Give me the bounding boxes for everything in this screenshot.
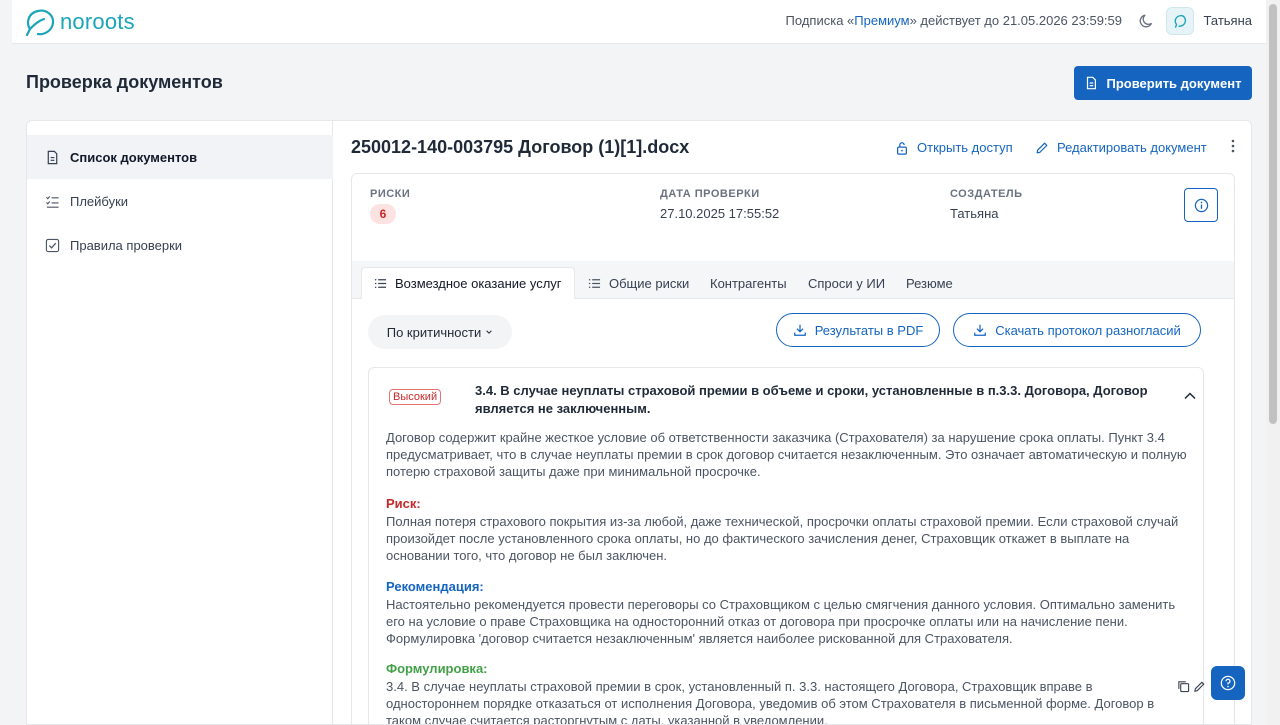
checklist-icon bbox=[46, 195, 59, 208]
copy-icon[interactable] bbox=[1177, 680, 1190, 693]
check-date-value: 27.10.2025 17:55:52 bbox=[660, 206, 780, 221]
sidebar: Список документов Плейбуки Правила прове… bbox=[27, 121, 333, 724]
sidebar-item-playbooks[interactable]: Плейбуки bbox=[27, 179, 333, 223]
open-access-button[interactable]: Открыть доступ bbox=[895, 140, 1013, 155]
creator: СОЗДАТЕЛЬ Татьяна bbox=[950, 188, 1023, 221]
tab-label: Спроси у ИИ bbox=[808, 275, 886, 291]
tab-content: По критичности Результаты в PDF Скачать … bbox=[351, 299, 1235, 725]
edit-document-button[interactable]: Редактировать документ bbox=[1035, 140, 1207, 155]
recommendation-text: Настоятельно рекомендуется провести пере… bbox=[386, 597, 1176, 646]
info-button[interactable] bbox=[1184, 188, 1218, 222]
download-icon bbox=[974, 324, 987, 336]
subscription-prefix: Подписка « bbox=[785, 13, 855, 28]
subscription-plan-link[interactable]: Премиум bbox=[854, 13, 909, 28]
document-icon bbox=[1087, 76, 1097, 90]
download-protocol-label: Скачать протокол разногласий bbox=[995, 322, 1181, 338]
tab-label: Резюме bbox=[906, 275, 953, 291]
severity-badge: Высокий bbox=[389, 389, 442, 405]
tab-ask-ai[interactable]: Спроси у ИИ bbox=[796, 267, 897, 299]
chevron-up-icon[interactable] bbox=[1183, 391, 1197, 401]
top-bar: noroots Подписка «Премиум» действует до … bbox=[12, 0, 1266, 44]
avatar[interactable] bbox=[1166, 7, 1194, 35]
tab-summary[interactable]: Резюме bbox=[894, 267, 965, 299]
wording-heading: Формулировка: bbox=[386, 661, 488, 676]
page-title: Проверка документов bbox=[26, 72, 223, 92]
risks-label: РИСКИ bbox=[370, 188, 411, 200]
sidebar-item-check-rules[interactable]: Правила проверки bbox=[27, 223, 333, 267]
logo-text: noroots bbox=[60, 8, 135, 34]
username[interactable]: Татьяна bbox=[1204, 13, 1252, 28]
scrollbar-thumb[interactable] bbox=[1269, 4, 1277, 424]
tabs-bar: Возмездное оказание услуг Общие риски Ко… bbox=[351, 261, 1235, 299]
logo-icon bbox=[25, 9, 55, 36]
pdf-results-button[interactable]: Результаты в PDF bbox=[776, 313, 940, 347]
wording-text: 3.4. В случае неуплаты страховой премии … bbox=[386, 679, 1155, 725]
pencil-icon bbox=[1036, 142, 1048, 153]
download-icon bbox=[793, 324, 806, 336]
avatar-logo-icon bbox=[1174, 14, 1187, 28]
tab-label: Общие риски bbox=[609, 275, 690, 291]
document-info-card: РИСКИ 6 ДАТА ПРОВЕРКИ 27.10.2025 17:55:5… bbox=[351, 173, 1235, 263]
risk-text: Полная потеря страхового покрытия из-за … bbox=[386, 514, 1179, 563]
risk-description: Договор содержит крайне жесткое условие … bbox=[386, 430, 1187, 479]
help-button[interactable] bbox=[1211, 666, 1245, 700]
list-icon bbox=[374, 278, 387, 288]
logo[interactable]: noroots bbox=[24, 7, 135, 37]
download-protocol-button[interactable]: Скачать протокол разногласий bbox=[953, 313, 1201, 347]
creator-label: СОЗДАТЕЛЬ bbox=[950, 188, 1023, 200]
document-title: 250012-140-003795 Договор (1)[1].docx bbox=[351, 137, 690, 157]
edit-document-label: Редактировать документ bbox=[1057, 140, 1207, 155]
checkbox-icon bbox=[45, 238, 60, 252]
risks-count-badge: 6 bbox=[370, 204, 396, 224]
subscription-status: Подписка «Премиум» действует до 21.05.20… bbox=[786, 13, 1122, 28]
main-panel: Список документов Плейбуки Правила прове… bbox=[26, 120, 1252, 725]
check-date-label: ДАТА ПРОВЕРКИ bbox=[660, 188, 760, 200]
check-date: ДАТА ПРОВЕРКИ 27.10.2025 17:55:52 bbox=[660, 188, 779, 221]
risk-heading: Риск: bbox=[386, 496, 421, 511]
sort-label: По критичности bbox=[386, 324, 482, 340]
check-document-button[interactable]: Проверить документ bbox=[1074, 66, 1252, 100]
sort-by-criticality-dropdown[interactable]: По критичности bbox=[368, 315, 512, 349]
question-icon bbox=[1220, 675, 1236, 691]
creator-value: Татьяна bbox=[950, 206, 999, 221]
pencil-icon[interactable] bbox=[1193, 680, 1206, 693]
document-content: 250012-140-003795 Договор (1)[1].docx От… bbox=[333, 121, 1251, 725]
subscription-suffix: » действует до 21.05.2026 23:59:59 bbox=[909, 13, 1122, 28]
tab-counterparties[interactable]: Контрагенты bbox=[698, 267, 799, 299]
info-icon bbox=[1194, 198, 1208, 212]
lock-icon bbox=[897, 141, 907, 155]
risk-card: Высокий 3.4. В случае неуплаты страховой… bbox=[368, 367, 1206, 725]
recommendation-heading: Рекомендация: bbox=[386, 579, 484, 594]
page-scrollbar[interactable] bbox=[1266, 0, 1280, 725]
document-icon bbox=[47, 150, 58, 164]
dark-mode-moon-icon[interactable] bbox=[1138, 12, 1156, 30]
sidebar-item-label: Список документов bbox=[70, 149, 198, 165]
sidebar-item-label: Плейбуки bbox=[70, 193, 129, 209]
pdf-results-label: Результаты в PDF bbox=[814, 322, 924, 338]
list-icon bbox=[588, 278, 601, 288]
tab-paid-services[interactable]: Возмездное оказание услуг bbox=[361, 267, 575, 299]
more-options-icon[interactable] bbox=[1229, 138, 1237, 154]
check-document-label: Проверить документ bbox=[1106, 75, 1242, 91]
sidebar-item-documents[interactable]: Список документов bbox=[27, 135, 333, 179]
risks-summary: РИСКИ 6 bbox=[370, 188, 410, 224]
risk-title[interactable]: 3.4. В случае неуплаты страховой премии … bbox=[475, 382, 1165, 418]
chevron-down-icon bbox=[486, 330, 493, 334]
tab-label: Контрагенты bbox=[710, 275, 787, 291]
tab-general-risks[interactable]: Общие риски bbox=[576, 267, 701, 299]
open-access-label: Открыть доступ bbox=[917, 140, 1013, 155]
sidebar-item-label: Правила проверки bbox=[70, 237, 183, 253]
tab-label: Возмездное оказание услуг bbox=[395, 275, 562, 291]
